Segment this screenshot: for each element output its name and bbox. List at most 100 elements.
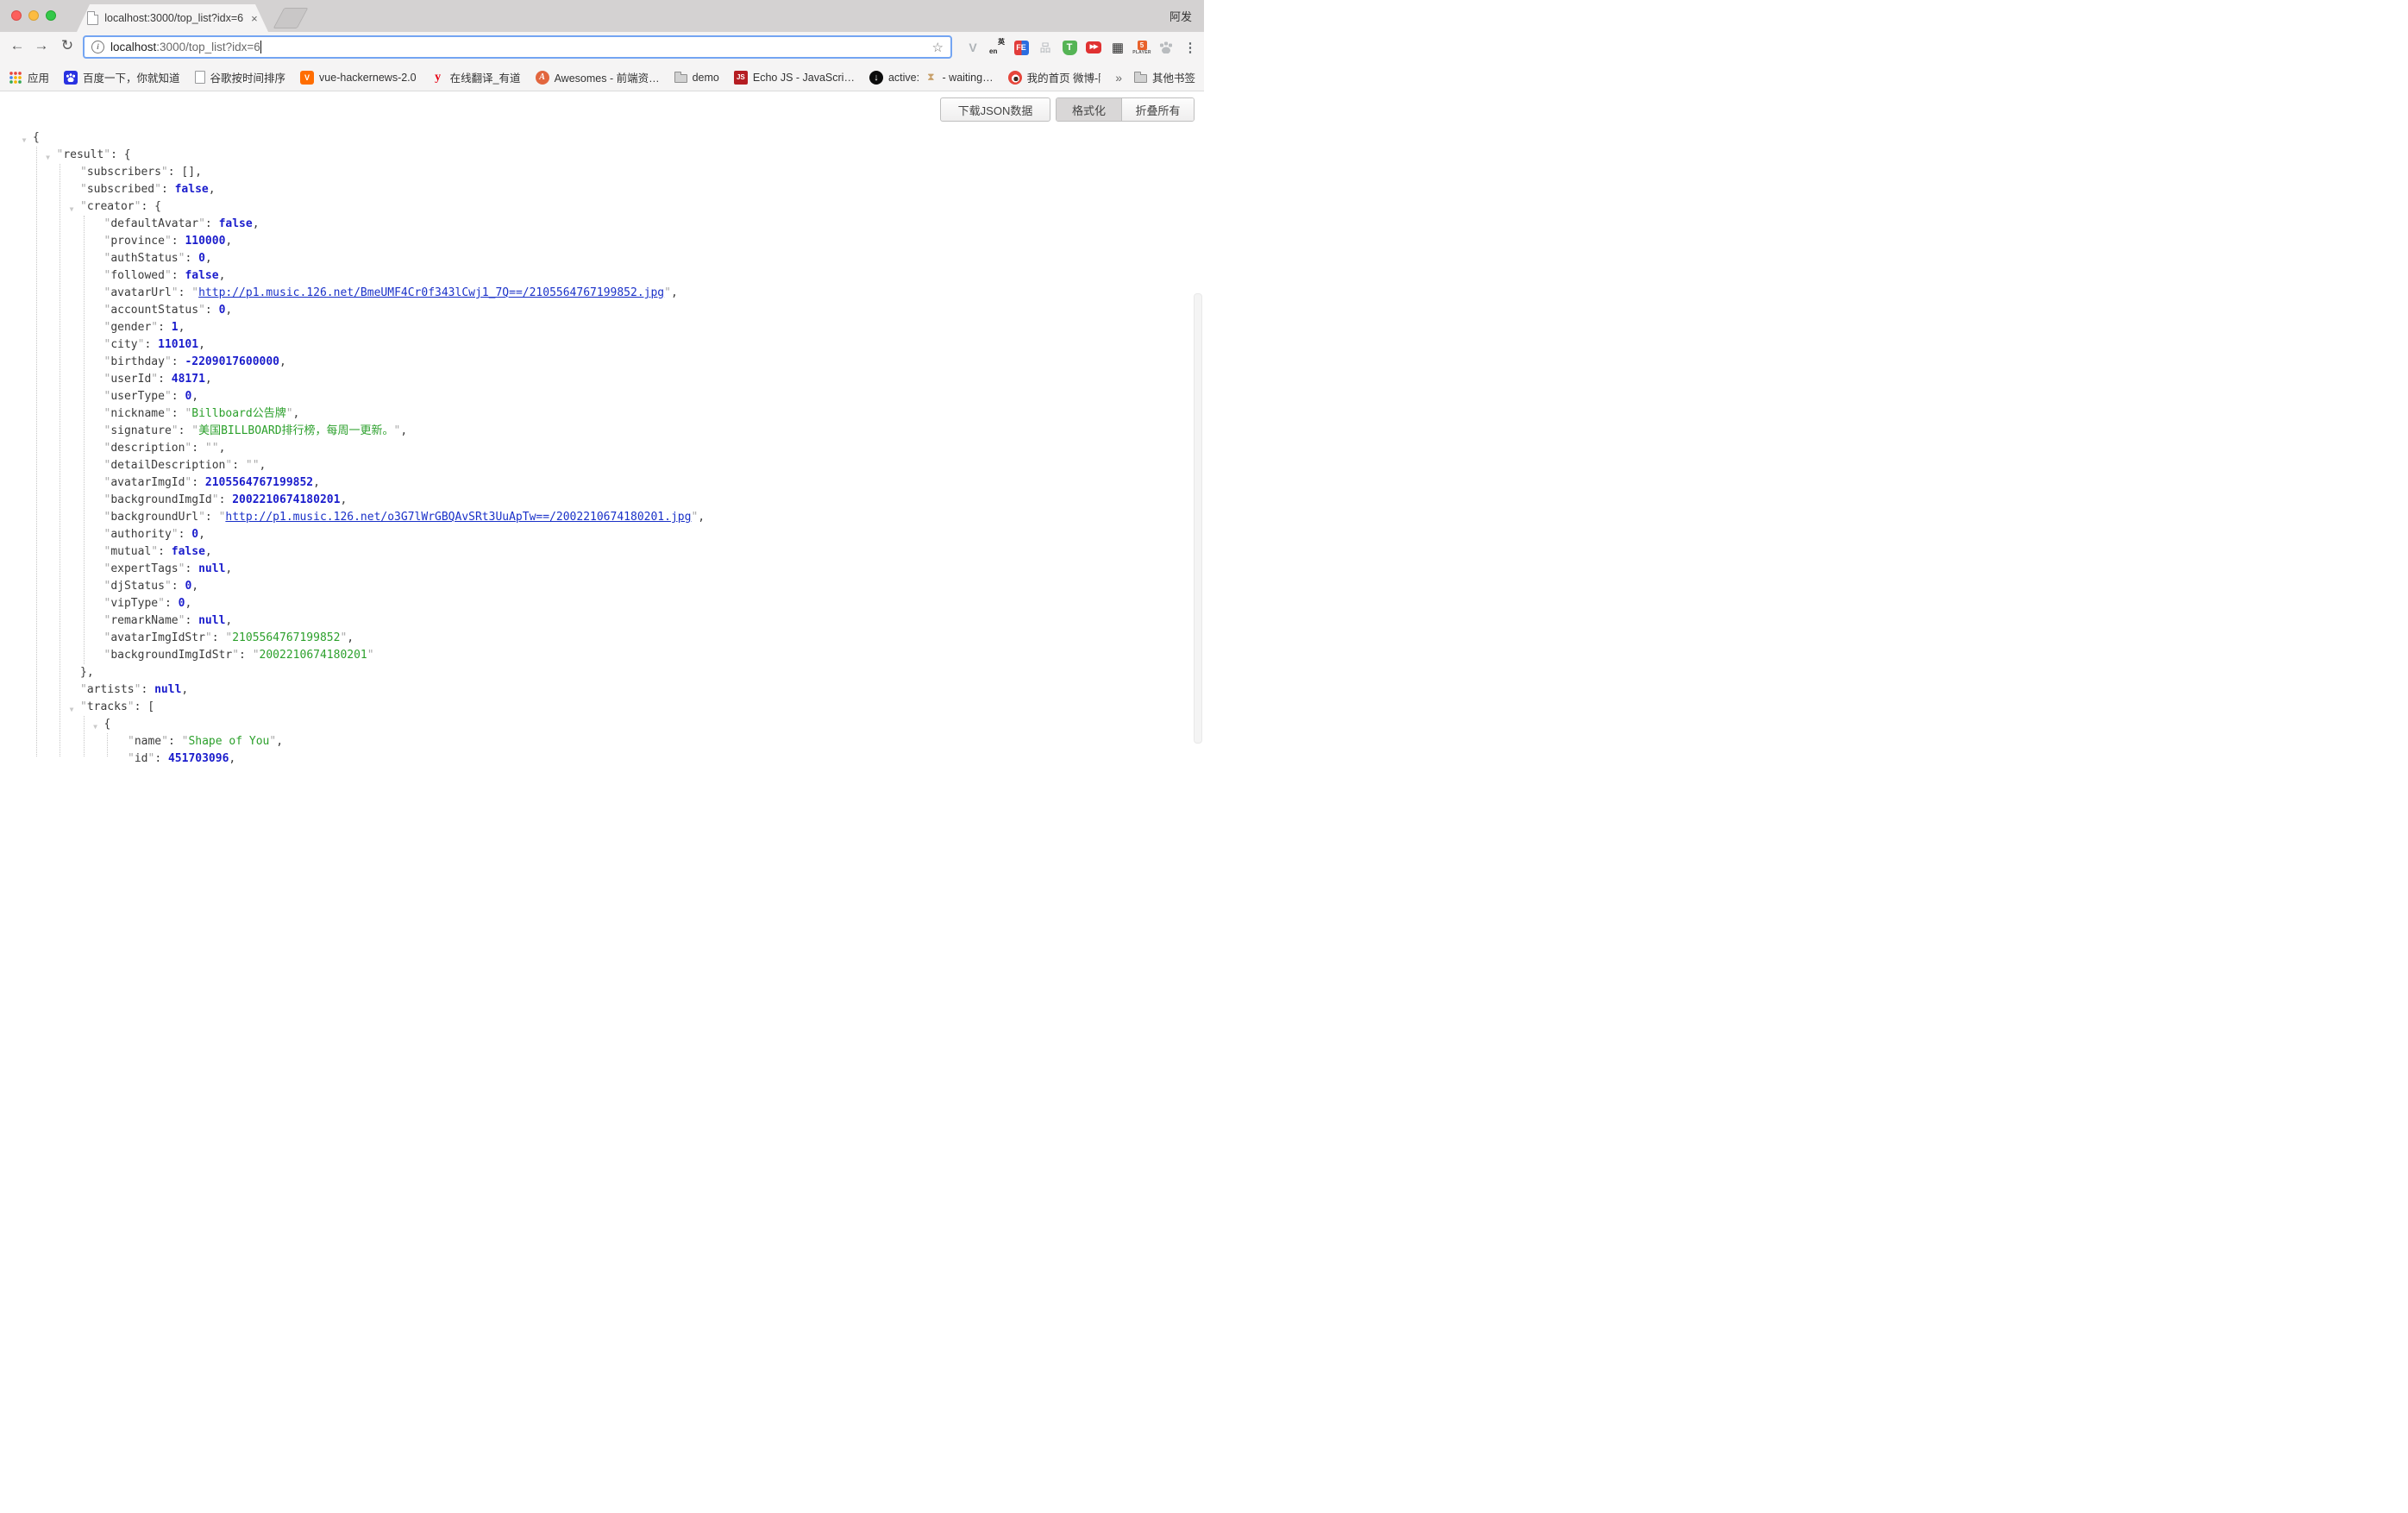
page-icon [195, 71, 205, 84]
profile-name[interactable]: 阿发 [1170, 8, 1192, 24]
paw-icon[interactable] [1157, 39, 1175, 56]
forward-icon[interactable]: → [31, 37, 52, 54]
quote: " [367, 649, 374, 662]
bookmark-item[interactable]: JSEcho JS - JavaScri… [734, 71, 855, 85]
more-menu-icon[interactable]: ⋮ [1182, 39, 1199, 56]
bookmarks-list: 应用 百度一下，你就知道谷歌按时间排序 Vvue-hackernews-2.0 y在线… [9, 69, 1101, 85]
quote: " [191, 424, 198, 437]
colon: : [154, 752, 168, 765]
json-bracket: { [154, 200, 161, 213]
json-row: ▼{ [0, 129, 1204, 147]
comma: , [205, 373, 212, 386]
quote: " [80, 166, 87, 179]
comma: , [219, 269, 226, 282]
tampermonkey-icon[interactable]: T [1061, 39, 1078, 56]
weibo-icon [1008, 71, 1022, 85]
colon: : [161, 183, 175, 196]
comma: , [671, 286, 678, 299]
comma: , [313, 476, 320, 489]
text-caret [260, 41, 261, 53]
browser-tab[interactable]: localhost:3000/top_list?idx=6 × [77, 4, 268, 32]
tab-close-icon[interactable]: × [251, 12, 258, 25]
html5-player-icon[interactable]: 5PLAYER [1133, 39, 1151, 56]
json-row: "userType": 0, [0, 388, 1204, 405]
bookmark-item[interactable]: 百度一下，你就知道 [64, 69, 180, 85]
bookmark-item[interactable]: Vvue-hackernews-2.0 [300, 71, 417, 85]
bookmark-item[interactable]: 谷歌按时间排序 [195, 69, 286, 85]
json-key: result [63, 148, 103, 161]
colon: : [141, 683, 154, 696]
quote: " [128, 752, 135, 765]
json-value-keyword: false [185, 269, 218, 282]
quote: " [205, 631, 212, 644]
url-host: localhost [110, 41, 156, 53]
bookmark-item[interactable]: 应用 [9, 69, 49, 85]
url-text[interactable]: localhost:3000/top_list?idx=6 [110, 41, 261, 53]
quote: " [165, 407, 172, 420]
new-tab-button[interactable] [273, 8, 309, 28]
comma: , [279, 355, 286, 368]
traffic-light-close-icon[interactable] [11, 10, 22, 21]
active-dl-icon: ↓ [869, 71, 883, 85]
json-row: "detailDescription": "", [0, 457, 1204, 474]
comma: , [191, 580, 198, 593]
bookmark-item[interactable]: y在线翻译_有道 [431, 69, 521, 85]
folder-icon [1134, 74, 1147, 83]
json-key: defaultAvatar [110, 217, 198, 230]
bookmark-item[interactable]: demo [674, 72, 719, 84]
quote: " [172, 286, 179, 299]
comma: , [225, 235, 232, 248]
bookmark-label: 百度一下，你就知道 [83, 69, 180, 85]
back-icon[interactable]: ← [7, 37, 28, 54]
bookmark-item[interactable]: A Awesomes - 前端资… [536, 69, 660, 85]
json-tree: ▼{▼"result": {"subscribers": [],"subscri… [0, 129, 1204, 768]
json-row: "id": 451703096, [0, 750, 1204, 768]
address-bar[interactable]: i localhost:3000/top_list?idx=6 ☆ [83, 35, 952, 59]
json-value-number: 2105564767199852 [205, 476, 313, 489]
tab-title: localhost:3000/top_list?idx=6 [104, 12, 243, 24]
json-value-number: 451703096 [168, 752, 229, 765]
vertical-scrollbar[interactable] [1194, 293, 1202, 744]
bookmarks-overflow-icon[interactable]: » [1115, 71, 1122, 85]
colon: : [205, 304, 219, 317]
qrcode-icon[interactable]: ▦ [1109, 39, 1126, 56]
json-row: "remarkName": null, [0, 612, 1204, 630]
json-key: userId [110, 373, 151, 386]
colon: : [191, 442, 205, 455]
bookmark-label: Awesomes - 前端资… [555, 69, 660, 85]
sitemap-icon[interactable]: 品 [1037, 39, 1054, 56]
json-key: province [110, 235, 165, 248]
video-icon[interactable]: ▶▶ [1085, 39, 1102, 56]
json-url-link[interactable]: http://p1.music.126.net/BmeUMF4Cr0f343lC… [198, 286, 664, 299]
awesomes-icon: A [536, 71, 549, 85]
comma: , [198, 528, 205, 541]
collapse-all-button[interactable]: 折叠所有 [1121, 98, 1194, 121]
traffic-light-zoom-icon[interactable] [46, 10, 56, 21]
bookmark-item[interactable]: 我的首页 微博-随时… [1008, 69, 1101, 85]
comma: , [87, 666, 94, 679]
translate-icon[interactable]: 英en [988, 39, 1006, 56]
comma: , [698, 511, 705, 524]
other-bookmarks-folder[interactable]: 其他书签 [1134, 69, 1195, 85]
bookmark-label: - waiting… [943, 72, 994, 84]
bookmark-star-icon[interactable]: ☆ [932, 40, 944, 55]
json-value-number: 110000 [185, 235, 225, 248]
colon: : [141, 200, 154, 213]
json-row: "followed": false, [0, 267, 1204, 285]
traffic-light-minimize-icon[interactable] [28, 10, 39, 21]
quote: " [253, 459, 260, 472]
info-icon[interactable]: i [91, 41, 104, 53]
json-url-link[interactable]: http://p1.music.126.net/o3G7lWrGBQAvSRt3… [225, 511, 691, 524]
json-row: "birthday": -2209017600000, [0, 354, 1204, 371]
vue-devtools-icon[interactable]: V [964, 39, 981, 56]
colon: : [239, 649, 253, 662]
json-key: city [110, 338, 137, 351]
format-button[interactable]: 格式化 [1057, 98, 1121, 121]
json-value-string: 美国BILLBOARD排行榜，每周一更新。 [198, 424, 393, 437]
bookmark-item[interactable]: ↓active:⧗- waiting… [869, 71, 994, 85]
reload-icon[interactable]: ↻ [57, 37, 78, 54]
quote: " [253, 649, 260, 662]
json-key: creator [87, 200, 135, 213]
download-json-button[interactable]: 下载JSON数据 [940, 97, 1050, 122]
fe-helper-icon[interactable]: FE [1013, 39, 1030, 56]
